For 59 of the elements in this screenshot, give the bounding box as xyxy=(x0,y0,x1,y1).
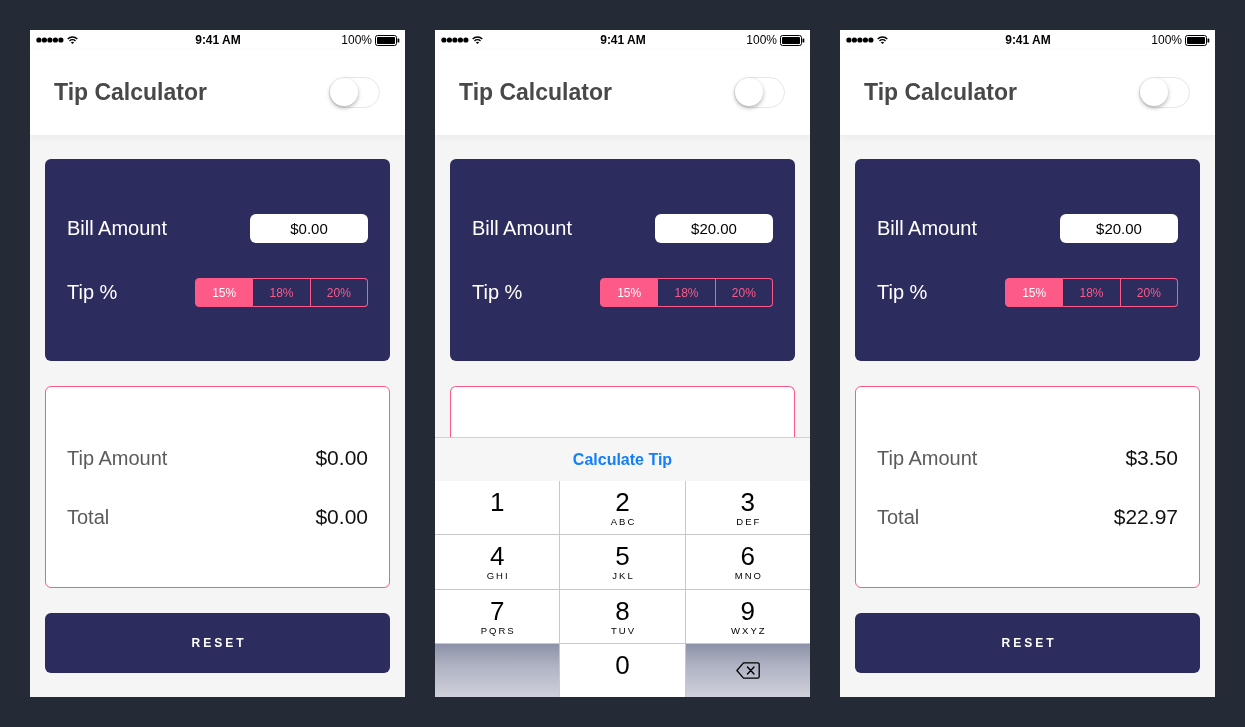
result-label: Tip Amount xyxy=(67,446,168,470)
reset-button[interactable]: RESET xyxy=(855,613,1200,673)
tip-percent-label: Tip % xyxy=(877,281,928,304)
keypad-key[interactable]: 5 JKL xyxy=(560,535,685,589)
bill-amount-field[interactable]: $0.00 xyxy=(250,214,368,243)
calculate-tip-button[interactable]: Calculate Tip xyxy=(564,446,681,473)
tip-percent-label: Tip % xyxy=(472,281,523,304)
toggle-switch[interactable] xyxy=(1139,77,1190,108)
tip-percent-label: Tip % xyxy=(67,281,118,304)
keypad-key[interactable]: 7 PQRS xyxy=(435,589,560,643)
result-label: Total xyxy=(67,505,110,529)
tip-option[interactable]: 20% xyxy=(715,278,773,307)
status-time: 9:41 AM xyxy=(600,33,646,47)
battery-percent: 100% xyxy=(341,33,372,47)
keypad-key[interactable]: 4 GHI xyxy=(435,535,560,589)
bill-amount-label: Bill Amount xyxy=(877,217,978,240)
tip-option[interactable]: 18% xyxy=(1063,278,1121,307)
bill-amount-label: Bill Amount xyxy=(472,217,573,240)
bill-amount-label: Bill Amount xyxy=(67,217,168,240)
tip-option[interactable]: 20% xyxy=(1120,278,1178,307)
delete-key[interactable] xyxy=(685,643,810,697)
signal-dots-icon xyxy=(36,37,64,43)
battery-percent: 100% xyxy=(746,33,777,47)
result-label: Total xyxy=(877,505,920,529)
bill-amount-field[interactable]: $20.00 xyxy=(655,214,773,243)
reset-button[interactable]: RESET xyxy=(45,613,390,673)
tip-option[interactable]: 18% xyxy=(253,278,311,307)
keypad-key[interactable]: 0 xyxy=(560,643,685,697)
app-title: Tip Calculator xyxy=(459,79,612,106)
status-time: 9:41 AM xyxy=(195,33,241,47)
keypad-key[interactable]: 1 xyxy=(435,481,560,535)
signal-dots-icon xyxy=(846,37,874,43)
result-label: Tip Amount xyxy=(877,446,978,470)
bill-amount-field[interactable]: $20.00 xyxy=(1060,214,1178,243)
app-title: Tip Calculator xyxy=(864,79,1017,106)
signal-dots-icon xyxy=(441,37,469,43)
result-value: $0.00 xyxy=(315,446,368,470)
result-value: $0.00 xyxy=(315,505,368,529)
wifi-icon xyxy=(877,36,888,44)
app-title: Tip Calculator xyxy=(54,79,207,106)
tip-option[interactable]: 18% xyxy=(658,278,716,307)
battery-icon xyxy=(780,34,805,46)
result-value: $22.97 xyxy=(1113,505,1178,529)
result-value: $3.50 xyxy=(1125,446,1178,470)
status-time: 9:41 AM xyxy=(1005,33,1051,47)
toggle-switch[interactable] xyxy=(329,77,380,108)
battery-percent: 100% xyxy=(1151,33,1182,47)
keypad-key[interactable]: 8 TUV xyxy=(560,589,685,643)
keypad-key[interactable]: 6 MNO xyxy=(685,535,810,589)
battery-icon xyxy=(1185,34,1210,46)
keypad-key[interactable]: 9 WXYZ xyxy=(685,589,810,643)
keypad-key[interactable]: 2 ABC xyxy=(560,481,685,535)
backspace-icon xyxy=(735,661,760,679)
wifi-icon xyxy=(67,36,78,44)
battery-icon xyxy=(375,34,400,46)
wifi-icon xyxy=(472,36,483,44)
toggle-switch[interactable] xyxy=(734,77,785,108)
keypad-key[interactable]: 3 DEF xyxy=(685,481,810,535)
tip-option[interactable]: 20% xyxy=(310,278,368,307)
